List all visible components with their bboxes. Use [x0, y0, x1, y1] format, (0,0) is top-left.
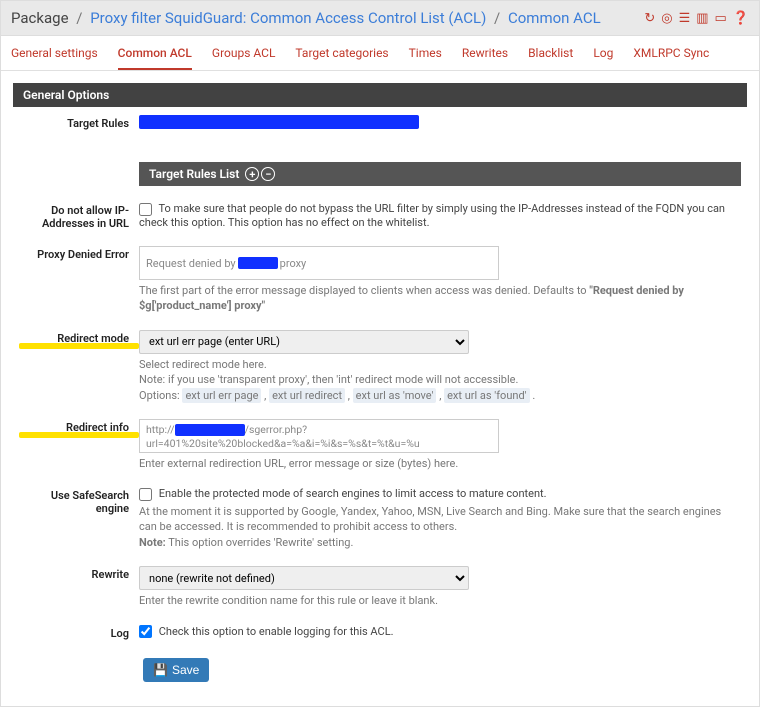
help-redirect-mode: Select redirect mode here. Note: if you … — [139, 357, 741, 403]
sliders-icon[interactable]: ☰ — [679, 11, 691, 26]
breadcrumb-leaf[interactable]: Common ACL — [508, 9, 601, 27]
textarea-proxy-denied[interactable]: Request denied by proxy — [139, 246, 499, 280]
refresh-icon[interactable]: ↻ — [644, 11, 655, 26]
tab-blacklist[interactable]: Blacklist — [528, 46, 573, 70]
breadcrumb-root: Package — [11, 9, 69, 27]
tab-general[interactable]: General settings — [11, 46, 98, 70]
tab-target-categories[interactable]: Target categories — [295, 46, 388, 70]
plus-icon[interactable]: + — [245, 167, 259, 181]
checkbox-no-ip-wrapper[interactable]: To make sure that people do not bypass t… — [139, 202, 725, 229]
label-redirect-info: Redirect info — [19, 419, 139, 434]
checkbox-log[interactable] — [139, 625, 152, 638]
panel-title: General Options — [13, 83, 747, 107]
tab-groups-acl[interactable]: Groups ACL — [212, 46, 276, 70]
text-no-ip: To make sure that people do not bypass t… — [139, 202, 725, 229]
select-redirect-mode[interactable]: ext url err page (enter URL) — [139, 330, 469, 354]
footer: 💾 Save — [13, 648, 747, 694]
checkbox-no-ip[interactable] — [139, 203, 152, 216]
label-no-ip: Do not allow IP-Addresses in URL — [19, 202, 139, 230]
minus-icon[interactable]: − — [261, 167, 275, 181]
text-log: Check this option to enable logging for … — [159, 625, 394, 638]
row-proxy-denied: Proxy Denied Error Request denied by pro… — [13, 238, 747, 322]
help-safesearch: At the moment it is supported by Google,… — [139, 504, 741, 550]
target-icon[interactable]: ◎ — [661, 11, 672, 26]
tab-xmlrpc[interactable]: XMLRPC Sync — [633, 46, 709, 70]
breadcrumb-path: Package / Proxy filter SquidGuard: Commo… — [11, 9, 601, 27]
breadcrumb: Package / Proxy filter SquidGuard: Commo… — [1, 1, 759, 36]
tab-rewrites[interactable]: Rewrites — [462, 46, 508, 70]
row-log: Log Check this option to enable logging … — [13, 617, 747, 648]
label-target-rules: Target Rules — [19, 115, 139, 130]
chart-icon[interactable]: ▥ — [696, 11, 708, 26]
row-safesearch: Use SafeSearch engine Enable the protect… — [13, 479, 747, 558]
save-button[interactable]: 💾 Save — [143, 658, 209, 682]
checkbox-safesearch[interactable] — [139, 488, 152, 501]
target-rules-list-header[interactable]: Target Rules List + − — [139, 162, 741, 186]
help-icon[interactable]: ❓ — [733, 11, 749, 26]
help-proxy-denied: The first part of the error message disp… — [139, 283, 741, 314]
row-target-rules: Target Rules Target Rules List + − — [13, 107, 747, 194]
content-area: General Options Target Rules Target Rule… — [1, 71, 759, 706]
tabs: General settings Common ACL Groups ACL T… — [1, 36, 759, 71]
checkbox-safesearch-wrapper[interactable]: Enable the protected mode of search engi… — [139, 487, 547, 500]
row-no-ip: Do not allow IP-Addresses in URL To make… — [13, 194, 747, 238]
breadcrumb-mid[interactable]: Proxy filter SquidGuard: Common Access C… — [90, 9, 486, 27]
save-icon: 💾 — [153, 663, 168, 677]
card-icon[interactable]: ▭ — [715, 11, 727, 26]
toolbar-icons: ↻ ◎ ☰ ▥ ▭ ❓ — [644, 11, 749, 26]
help-rewrite: Enter the rewrite condition name for thi… — [139, 593, 741, 608]
text-safesearch: Enable the protected mode of search engi… — [159, 487, 547, 500]
checkbox-log-wrapper[interactable]: Check this option to enable logging for … — [139, 625, 394, 638]
row-redirect-mode: Redirect mode ext url err page (enter UR… — [13, 322, 747, 411]
label-safesearch: Use SafeSearch engine — [19, 487, 139, 515]
label-proxy-denied: Proxy Denied Error — [19, 246, 139, 261]
label-redirect-mode: Redirect mode — [19, 330, 139, 345]
page-root: Package / Proxy filter SquidGuard: Commo… — [0, 0, 760, 707]
row-redirect-info: Redirect info http:///sgerror.php?url=40… — [13, 411, 747, 479]
tab-log[interactable]: Log — [593, 46, 613, 70]
save-label: Save — [172, 663, 199, 677]
target-rules-redacted — [139, 115, 741, 132]
help-redirect-info: Enter external redirection URL, error me… — [139, 456, 741, 471]
select-rewrite[interactable]: none (rewrite not defined) — [139, 566, 469, 590]
tab-times[interactable]: Times — [409, 46, 442, 70]
row-rewrite: Rewrite none (rewrite not defined) Enter… — [13, 558, 747, 616]
textarea-redirect-info[interactable]: http:///sgerror.php?url=401%20site%20blo… — [139, 419, 499, 453]
target-rules-list-title: Target Rules List — [149, 167, 239, 181]
expand-collapse-icons[interactable]: + − — [245, 167, 275, 181]
label-rewrite: Rewrite — [19, 566, 139, 581]
label-log: Log — [19, 625, 139, 640]
tab-common-acl[interactable]: Common ACL — [118, 46, 192, 70]
